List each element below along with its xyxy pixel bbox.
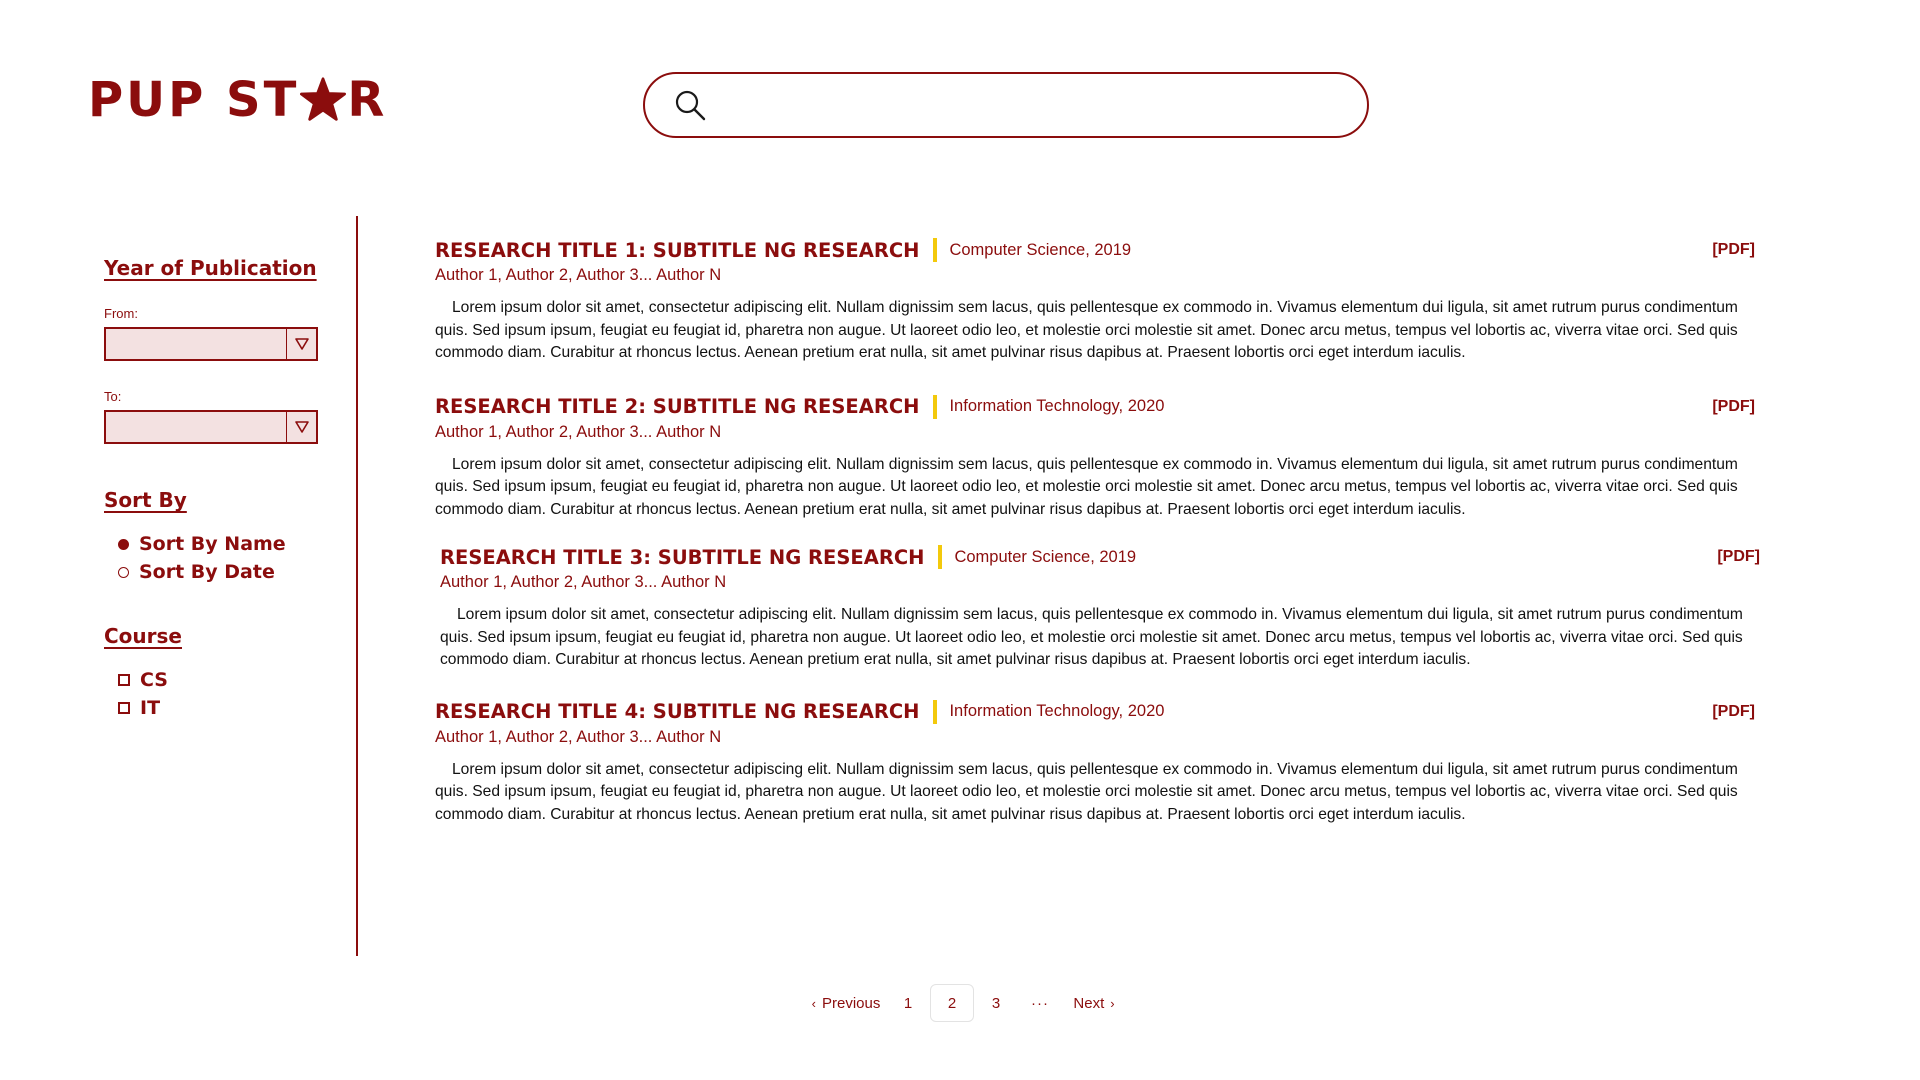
search-input[interactable] (721, 74, 1367, 136)
logo[interactable]: PUP ST R (88, 76, 387, 124)
meta-separator (933, 238, 938, 262)
sort-by-heading: Sort By (104, 488, 187, 512)
pagination: ‹ Previous 1 2 3 ··· Next › (800, 984, 1132, 1022)
pdf-link[interactable]: [PDF] (1712, 398, 1755, 416)
course-option-label: IT (140, 697, 161, 719)
page-2-button[interactable]: 2 (930, 984, 974, 1022)
chevron-left-icon: ‹ (811, 995, 816, 1011)
from-dropdown-toggle[interactable] (286, 329, 316, 359)
previous-page-button[interactable]: ‹ Previous (800, 984, 886, 1022)
result-item: RESEARCH TITLE 1: SUBTITLE NG RESEARCH C… (435, 236, 1755, 365)
checkbox-icon (118, 674, 130, 686)
meta-separator (933, 394, 938, 419)
results-list: RESEARCH TITLE 1: SUBTITLE NG RESEARCH C… (435, 236, 1760, 827)
result-abstract: Lorem ipsum dolor sit amet, consectetur … (435, 299, 1738, 361)
result-abstract: Lorem ipsum dolor sit amet, consectetur … (440, 606, 1743, 668)
page-1-button[interactable]: 1 (886, 984, 930, 1022)
pdf-link[interactable]: [PDF] (1717, 548, 1760, 566)
result-title-link[interactable]: RESEARCH TITLE 1: SUBTITLE NG RESEARCH (435, 239, 919, 262)
meta-separator (933, 699, 938, 724)
result-title-row: RESEARCH TITLE 1: SUBTITLE NG RESEARCH C… (435, 236, 1755, 264)
page-3-button[interactable]: 3 (974, 984, 1018, 1022)
result-course-year: Computer Science, 2019 (949, 240, 1132, 259)
sort-options: Sort By Name Sort By Date (104, 530, 334, 586)
previous-label: Previous (821, 994, 881, 1012)
pdf-link[interactable]: [PDF] (1712, 241, 1755, 259)
result-title-link[interactable]: RESEARCH TITLE 4: SUBTITLE NG RESEARCH (435, 700, 919, 723)
result-title-link[interactable]: RESEARCH TITLE 2: SUBTITLE NG RESEARCH (435, 395, 919, 418)
result-title-row: RESEARCH TITLE 3: SUBTITLE NG RESEARCH C… (440, 543, 1760, 571)
to-label: To: (104, 389, 122, 404)
result-item: RESEARCH TITLE 3: SUBTITLE NG RESEARCH C… (440, 543, 1760, 672)
filter-sidebar: Year of Publication From: To: Sort By So… (104, 256, 334, 722)
search-bar[interactable] (643, 72, 1369, 138)
course-options: CS IT (104, 666, 334, 722)
result-abstract: Lorem ipsum dolor sit amet, consectetur … (435, 760, 1738, 823)
sidebar-divider (356, 216, 358, 956)
next-label: Next (1073, 994, 1105, 1012)
logo-text-left: PUP ST (88, 72, 300, 128)
triangle-down-icon (294, 338, 309, 350)
result-title-link[interactable]: RESEARCH TITLE 3: SUBTITLE NG RESEARCH (440, 546, 924, 569)
result-authors: Author 1, Author 2, Author 3... Author N (435, 266, 722, 284)
radio-unselected-icon (118, 566, 129, 578)
sort-option-label: Sort By Name (139, 533, 286, 555)
meta-separator (938, 545, 943, 569)
from-year-select[interactable] (104, 327, 318, 361)
result-title-row: RESEARCH TITLE 4: SUBTITLE NG RESEARCH I… (435, 698, 1755, 726)
triangle-down-icon (294, 421, 309, 433)
chevron-right-icon: › (1110, 995, 1115, 1011)
result-authors: Author 1, Author 2, Author 3... Author N (435, 422, 722, 441)
pdf-link[interactable]: [PDF] (1712, 703, 1755, 721)
search-icon[interactable] (673, 88, 707, 122)
course-option-label: CS (140, 669, 168, 691)
result-authors: Author 1, Author 2, Author 3... Author N (440, 573, 727, 591)
course-cs-checkbox[interactable]: CS (118, 666, 334, 694)
checkbox-icon (118, 702, 130, 714)
year-of-publication-heading: Year of Publication (104, 256, 317, 280)
radio-selected-icon (118, 538, 129, 550)
result-course-year: Computer Science, 2019 (954, 547, 1137, 566)
pagination-ellipsis: ··· (1031, 994, 1049, 1012)
logo-text-right: R (347, 72, 388, 128)
page: PUP ST R Year of Publication From: To: S… (0, 0, 1920, 1080)
course-it-checkbox[interactable]: IT (118, 694, 334, 722)
star-icon (300, 77, 347, 121)
next-page-button[interactable]: Next › (1062, 984, 1132, 1022)
sort-by-date-radio[interactable]: Sort By Date (118, 558, 334, 586)
to-dropdown-toggle[interactable] (286, 412, 316, 442)
result-item: RESEARCH TITLE 2: SUBTITLE NG RESEARCH I… (435, 393, 1755, 522)
result-course-year: Information Technology, 2020 (949, 397, 1165, 415)
result-title-row: RESEARCH TITLE 2: SUBTITLE NG RESEARCH I… (435, 393, 1755, 421)
course-heading: Course (104, 624, 182, 648)
to-year-select[interactable] (104, 410, 318, 444)
result-authors: Author 1, Author 2, Author 3... Author N (435, 727, 722, 746)
from-label: From: (104, 306, 138, 321)
result-course-year: Information Technology, 2020 (949, 702, 1165, 720)
sort-by-name-radio[interactable]: Sort By Name (118, 530, 334, 558)
result-abstract: Lorem ipsum dolor sit amet, consectetur … (435, 455, 1738, 518)
result-item: RESEARCH TITLE 4: SUBTITLE NG RESEARCH I… (435, 698, 1755, 827)
sort-option-label: Sort By Date (139, 561, 275, 583)
